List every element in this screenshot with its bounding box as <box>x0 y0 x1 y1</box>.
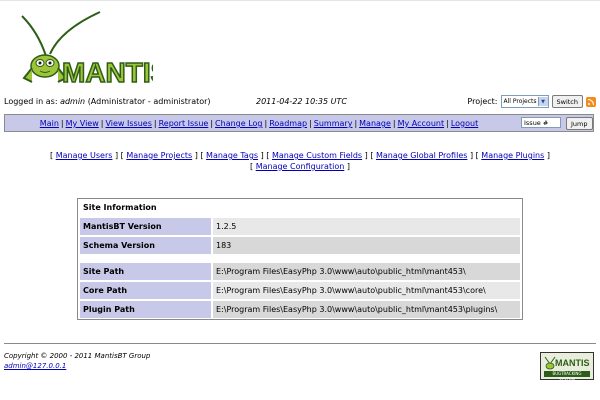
table-row: Core Path E:\Program Files\EasyPhp 3.0\w… <box>80 282 520 299</box>
manage-custom-fields-link[interactable]: Manage Custom Fields <box>272 151 362 160</box>
badge-text: MANTIS <box>555 358 590 368</box>
switch-button[interactable]: Switch <box>551 95 583 108</box>
chevron-down-icon[interactable]: ▼ <box>537 97 548 106</box>
menu-my-view[interactable]: My View <box>66 119 99 128</box>
mantis-logo[interactable]: MANTIS <box>18 8 153 88</box>
mantisbt-version-value: 1.2.5 <box>213 218 520 235</box>
manage-submenu: [ Manage Users ] [ Manage Projects ] [ M… <box>50 151 550 171</box>
menu-main[interactable]: Main <box>40 119 59 128</box>
login-status: Logged in as: admin (Administrator - adm… <box>4 97 211 106</box>
login-prefix: Logged in as: <box>4 97 58 106</box>
manage-global-profiles-link[interactable]: Manage Global Profiles <box>376 151 467 160</box>
menu-separator: | <box>60 119 64 128</box>
main-menu-links: Main | My View | View Issues | Report Issue | Ch… <box>5 119 513 128</box>
schema-version-value: 183 <box>213 237 520 254</box>
table-row: Schema Version 183 <box>80 237 520 254</box>
menu-change-log[interactable]: Change Log <box>215 119 262 128</box>
site-path-label: Site Path <box>80 263 211 280</box>
logo-text: MANTIS <box>62 57 153 88</box>
site-path-value: E:\Program Files\EasyPhp 3.0\www\auto\pu… <box>213 263 520 280</box>
table-row: MantisBT Version 1.2.5 <box>80 218 520 235</box>
menu-manage[interactable]: Manage <box>359 119 391 128</box>
manage-users-link[interactable]: Manage Users <box>56 151 113 160</box>
schema-version-label: Schema Version <box>80 237 211 254</box>
menu-summary[interactable]: Summary <box>314 119 353 128</box>
current-timestamp: 2011-04-22 10:35 UTC <box>256 97 347 106</box>
manage-plugins-link[interactable]: Manage Plugins <box>481 151 544 160</box>
login-role: (Administrator - administrator) <box>87 97 211 106</box>
project-label: Project: <box>467 97 498 106</box>
footer-divider <box>4 343 596 344</box>
menu-roadmap[interactable]: Roadmap <box>269 119 307 128</box>
manage-tags-link[interactable]: Manage Tags <box>206 151 258 160</box>
project-select[interactable]: All Projects ▼ <box>500 95 549 108</box>
core-path-label: Core Path <box>80 282 211 299</box>
mantisbt-version-label: MantisBT Version <box>80 218 211 235</box>
powered-by-mantis-badge[interactable]: MANTIS BUGTRACKING SYSTEM <box>540 352 594 382</box>
menu-separator: | <box>446 119 449 128</box>
table-row: Plugin Path E:\Program Files\EasyPhp 3.0… <box>80 301 520 318</box>
footer-copyright: Copyright © 2000 - 2011 MantisBT Group <box>4 352 151 360</box>
menu-view-issues[interactable]: View Issues <box>105 119 151 128</box>
manage-projects-link[interactable]: Manage Projects <box>126 151 192 160</box>
badge-subtext: BUGTRACKING SYSTEM <box>544 371 590 382</box>
main-menu-bar: Main | My View | View Issues | Report Issue | Ch… <box>4 114 594 132</box>
top-border <box>0 0 600 1</box>
jump-button[interactable]: Jump <box>566 117 593 130</box>
core-path-value: E:\Program Files\EasyPhp 3.0\www\auto\pu… <box>213 282 520 299</box>
issue-number-input[interactable]: Issue # <box>521 117 561 128</box>
table-row: Site Path E:\Program Files\EasyPhp 3.0\w… <box>80 263 520 280</box>
menu-logout[interactable]: Logout <box>451 119 478 128</box>
site-information-table: Site Information MantisBT Version 1.2.5 … <box>77 198 523 320</box>
menu-my-account[interactable]: My Account <box>398 119 444 128</box>
login-info-bar: Logged in as: admin (Administrator - adm… <box>4 95 596 109</box>
menu-separator: | <box>153 119 157 128</box>
menu-separator: | <box>392 119 396 128</box>
project-select-value: All Projects <box>503 98 537 105</box>
table-title: Site Information <box>83 203 157 212</box>
plugin-path-value: E:\Program Files\EasyPhp 3.0\www\auto\pu… <box>213 301 520 318</box>
menu-report-issue[interactable]: Report Issue <box>159 119 209 128</box>
rss-feed-icon[interactable] <box>586 96 596 107</box>
plugin-path-label: Plugin Path <box>80 301 211 318</box>
manage-configuration-link[interactable]: Manage Configuration <box>256 162 345 171</box>
footer-admin-email-link[interactable]: admin@127.0.0.1 <box>4 362 66 370</box>
project-selector-group: Project: All Projects ▼ Switch <box>467 95 596 108</box>
login-username: admin <box>60 97 86 106</box>
menu-separator: | <box>309 119 312 128</box>
